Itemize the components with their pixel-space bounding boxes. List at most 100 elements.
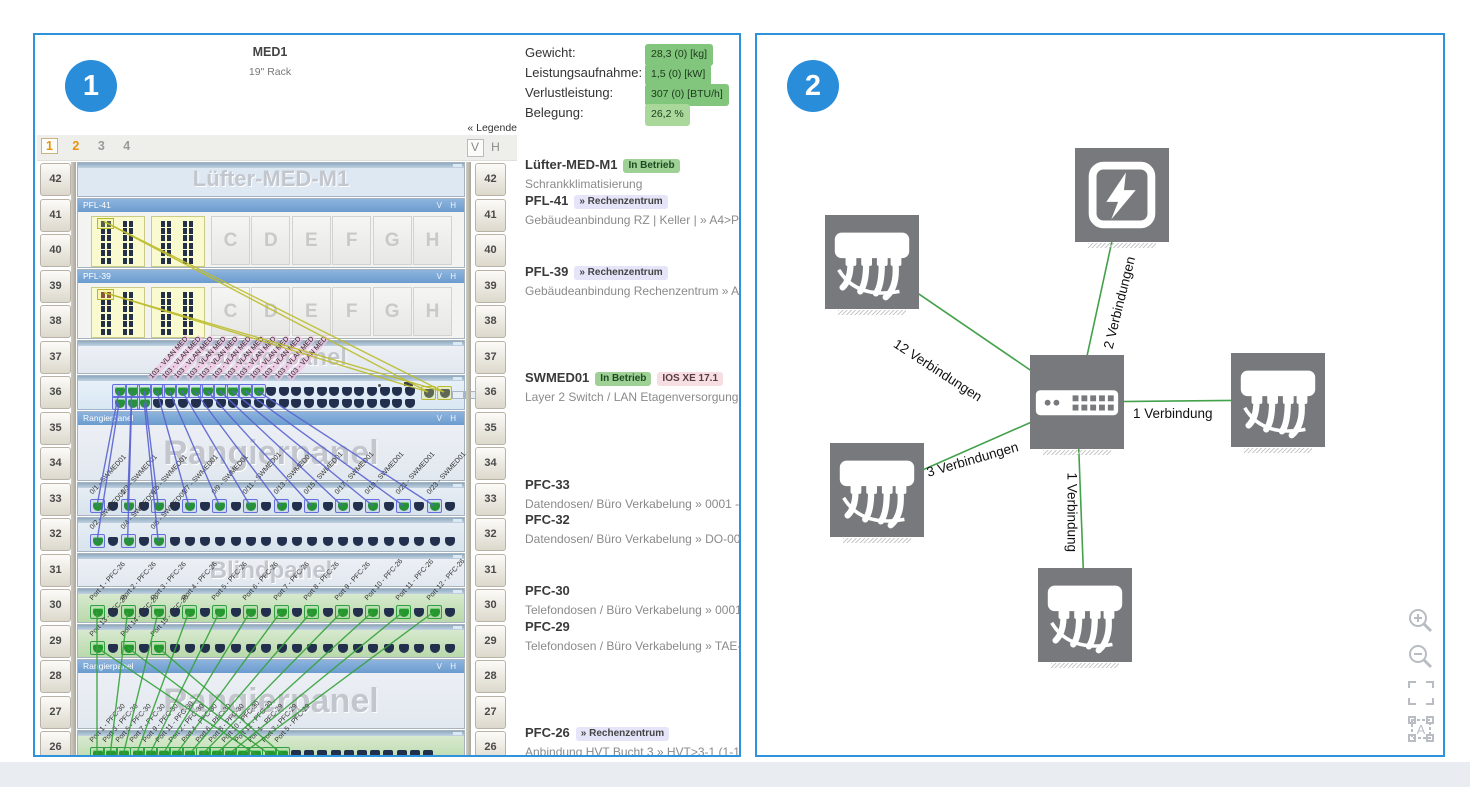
topology-node-switch-center[interactable] [1030,355,1124,449]
switch-port[interactable] [291,399,301,408]
switch-port[interactable] [342,399,352,408]
patch-port[interactable] [423,750,433,757]
fiber-pair[interactable] [101,314,111,320]
fiber-pair[interactable] [183,306,193,312]
device-name[interactable]: Lüfter-MED-M1 [525,157,617,172]
patch-port[interactable] [317,750,327,757]
patch-port[interactable] [331,750,341,757]
switch-port[interactable] [178,399,188,408]
switch-port[interactable] [354,399,364,408]
patch-port[interactable] [414,502,424,511]
module-slot[interactable]: C [211,216,250,265]
rack-unit-rangierpanel[interactable]: RangierpanelV HRangierpanel [77,659,465,729]
fiber-pair[interactable] [123,314,133,320]
switch-port[interactable] [254,399,264,408]
patch-port[interactable] [277,537,287,546]
device-entry[interactable]: PFC-33Datendosen/ Büro Verkabelung » 000… [525,476,741,511]
module-slot[interactable]: D [251,216,290,265]
switch-port[interactable] [291,387,301,396]
rack-unit-switch[interactable] [77,517,465,552]
patch-port[interactable] [170,644,180,653]
rack-unit-switch[interactable] [77,375,465,410]
patch-port[interactable] [108,608,118,617]
rack-unit-blindpanel[interactable]: Blindpanel [77,553,465,588]
device-entry[interactable]: Lüfter-MED-M1In BetriebSchrankklimatisie… [525,156,741,191]
patch-port[interactable] [231,608,241,617]
patch-port[interactable] [338,537,348,546]
module-slot[interactable]: C [211,287,250,336]
switch-port[interactable] [304,399,314,408]
fiber-pair[interactable] [123,306,133,312]
patch-port[interactable] [445,502,455,511]
switch-port[interactable] [216,399,226,408]
patch-port[interactable] [399,644,409,653]
patch-port[interactable] [108,644,118,653]
legend-toggle[interactable]: « Legende [465,122,517,134]
patch-port[interactable] [292,502,302,511]
switch-port[interactable] [329,387,339,396]
zoom-out-button[interactable] [1405,641,1437,673]
topology-node-power[interactable] [1075,148,1169,242]
switch-port[interactable] [228,399,238,408]
unit-orientation-buttons[interactable]: V H [437,660,459,673]
patch-port[interactable] [445,644,455,653]
fiber-pair[interactable] [101,321,111,327]
patch-port[interactable] [231,644,241,653]
module-slot[interactable]: H [413,216,452,265]
switch-port[interactable] [342,387,352,396]
patch-port[interactable] [215,537,225,546]
fiber-pair[interactable] [183,299,193,305]
rack-unit-switch[interactable] [77,482,465,517]
patch-port[interactable] [370,750,380,757]
patch-port[interactable] [292,608,302,617]
patch-port[interactable] [108,537,118,546]
rack-unit-pfl-41[interactable]: PFL-41V HCDEFGH [77,198,465,268]
fiber-pair[interactable] [183,321,193,327]
patch-port[interactable] [430,644,440,653]
patch-port[interactable] [139,502,149,511]
fiber-pair[interactable] [101,250,111,256]
fiber-pair[interactable] [101,258,111,264]
fiber-slot[interactable] [151,287,205,338]
rack-unit-lüfter-med-m1[interactable]: Lüfter-MED-M1 [77,162,465,197]
topology-node-patch-right[interactable] [1231,353,1325,447]
patch-port[interactable] [261,644,271,653]
fiber-pair[interactable] [123,235,133,241]
fiber-pair[interactable] [123,329,133,335]
module-slot[interactable]: F [332,216,371,265]
switch-port[interactable] [266,399,276,408]
unit-orientation-buttons[interactable]: V H [437,270,459,283]
patch-port[interactable] [277,644,287,653]
switch-port[interactable] [367,399,377,408]
switch-port[interactable] [203,399,213,408]
rack-unit-switch[interactable] [77,588,465,623]
fiber-pair[interactable] [123,243,133,249]
patch-port[interactable] [430,537,440,546]
fiber-pair[interactable] [123,321,133,327]
patch-port[interactable] [384,608,394,617]
switch-port[interactable] [317,387,327,396]
fit-view-button[interactable] [1405,677,1437,709]
patch-port[interactable] [414,644,424,653]
switch-port[interactable] [279,387,289,396]
patch-port[interactable] [357,750,367,757]
switch-port[interactable] [191,399,201,408]
patch-port[interactable] [323,644,333,653]
rack-unit-switch[interactable] [77,624,465,659]
fiber-pair[interactable] [123,221,133,227]
patch-port[interactable] [170,537,180,546]
rack-unit-switch[interactable] [77,730,465,757]
patch-port[interactable] [185,537,195,546]
device-entry[interactable]: PFL-41» RechenzentrumGebäudeanbindung RZ… [525,192,741,227]
device-name[interactable]: PFC-30 [525,583,570,598]
view-vertical-button[interactable]: V [467,139,484,157]
patch-port[interactable] [414,537,424,546]
topology-node-patch-bottom[interactable] [1038,568,1132,662]
device-entry[interactable]: PFC-29Telefondosen / Büro Verkabelung » … [525,618,741,653]
patch-port[interactable] [323,502,333,511]
fiber-pair[interactable] [161,258,171,264]
patch-port[interactable] [384,537,394,546]
rack-tab-3[interactable]: 3 [94,139,109,153]
switch-port[interactable] [241,399,251,408]
patch-port[interactable] [397,750,407,757]
